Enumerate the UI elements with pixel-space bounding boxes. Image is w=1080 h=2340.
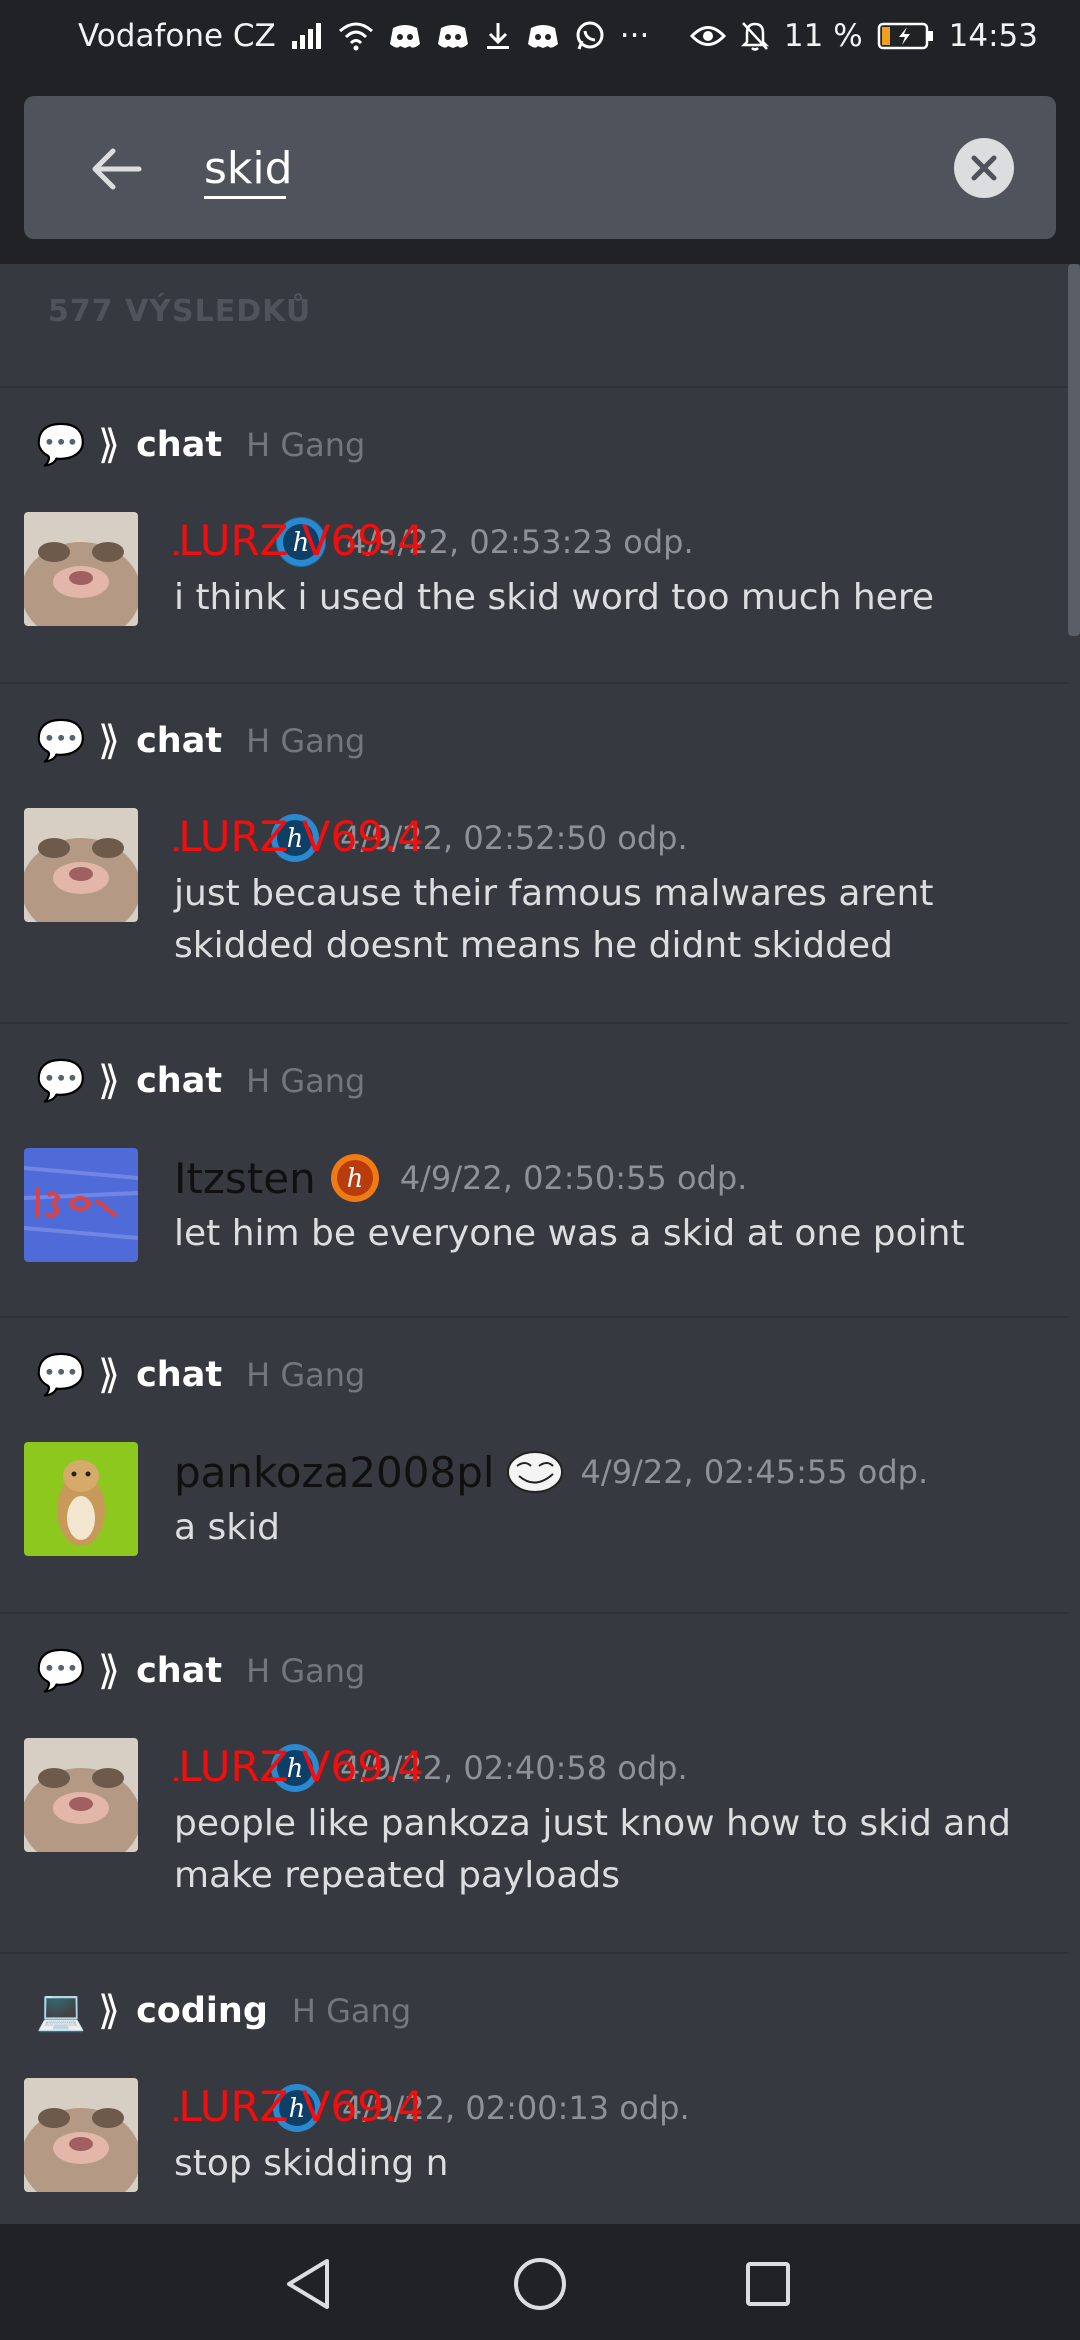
- author-name[interactable]: pankoza2008pl: [174, 1448, 495, 1497]
- laptop-icon: 💻: [36, 1988, 86, 2034]
- bell-off-icon: [740, 19, 770, 53]
- system-nav-bar: [0, 2224, 1080, 2340]
- author-name[interactable]: OT KILLURZ V69.4: [174, 2082, 424, 2131]
- message-text: let him be everyone was a skid at one po…: [174, 1213, 965, 1254]
- clock: 14:53: [948, 18, 1038, 54]
- speech-bubble-icon: 💬: [36, 1648, 86, 1694]
- message-text: a skid: [174, 1507, 280, 1548]
- channel-arrow-icon: ⟫: [97, 718, 121, 764]
- message-text: stop skidding n: [174, 2143, 449, 2184]
- avatar[interactable]: [24, 1738, 138, 1852]
- message-header: Itzsten h 4/9/22, 02:50:55 odp.: [174, 1148, 747, 1208]
- eye-icon: [689, 19, 726, 53]
- message-text: people like pankoza just know how to ski…: [174, 1803, 1011, 1896]
- channel-arrow-icon: ⟫: [97, 1058, 121, 1104]
- speech-bubble-icon: 💬: [36, 718, 86, 764]
- speech-bubble-icon: 💬: [36, 1352, 86, 1398]
- channel-name: coding: [136, 1991, 268, 2031]
- message-text: just because their famous malwares arent…: [174, 873, 934, 966]
- trollface-badge-icon: [506, 1447, 563, 1497]
- search-text-underline: [204, 196, 286, 199]
- download-icon: [484, 19, 512, 53]
- nav-recents-icon: [744, 2260, 792, 2308]
- message-header: OT KILLURZ V69.4 h 4/9/22, 02:40:58 odp.: [174, 1738, 688, 1798]
- search-result[interactable]: 💬 ⟫ chat H Gang pankoza2008pl 4/9/22, 02…: [0, 1318, 1068, 1612]
- channel-row[interactable]: 💬 ⟫ chat H Gang: [36, 1644, 365, 1698]
- svg-text:h: h: [346, 1164, 363, 1194]
- nav-recents-button[interactable]: [738, 2254, 798, 2314]
- more-dots: ···: [619, 18, 650, 54]
- speech-bubble-icon: 💬: [36, 1058, 86, 1104]
- avatar[interactable]: [24, 2078, 138, 2192]
- discord-icon: [388, 19, 422, 53]
- back-button[interactable]: [82, 134, 152, 204]
- search-result[interactable]: 💬 ⟫ chat H Gang Itzsten h 4/9/22, 02:50:…: [0, 1024, 1068, 1316]
- timestamp: 4/9/22, 02:45:55 odp.: [580, 1453, 929, 1491]
- message-header: OT KILLURZ V69.4 h 4/9/22, 02:52:50 odp.: [174, 808, 688, 868]
- search-input[interactable]: [180, 130, 960, 206]
- scrollbar[interactable]: [1068, 264, 1080, 636]
- nav-back-icon: [283, 2257, 333, 2311]
- channel-row[interactable]: 💻 ⟫ coding H Gang: [36, 1984, 411, 2038]
- arrow-left-icon: [91, 147, 143, 191]
- search-result[interactable]: 💻 ⟫ coding H Gang OT KILLURZ V69.4 h 4/9…: [0, 1954, 1068, 2224]
- carrier-label: Vodafone CZ: [78, 18, 276, 54]
- channel-name: chat: [136, 721, 223, 761]
- timestamp: 4/9/22, 02:50:55 odp.: [399, 1159, 748, 1197]
- channel-arrow-icon: ⟫: [97, 1352, 121, 1398]
- channel-name: chat: [136, 1651, 223, 1691]
- battery-icon: [877, 19, 935, 53]
- channel-arrow-icon: ⟫: [97, 1988, 121, 2034]
- channel-row[interactable]: 💬 ⟫ chat H Gang: [36, 418, 365, 472]
- search-bar: [24, 96, 1056, 239]
- avatar[interactable]: [24, 1442, 138, 1556]
- nav-home-icon: [512, 2256, 568, 2312]
- nav-back-button[interactable]: [278, 2254, 338, 2314]
- battery-percent: 11 %: [783, 18, 863, 54]
- guild-name: H Gang: [246, 1652, 366, 1690]
- avatar[interactable]: [24, 808, 138, 922]
- clear-search-button[interactable]: [954, 138, 1014, 198]
- h-badge-orange-icon: h: [330, 1153, 380, 1203]
- search-results[interactable]: 577 VÝSLEDKŮ 💬 ⟫ chat H Gang OT KILLURZ …: [0, 264, 1080, 2224]
- message-text: i think i used the skid word too much he…: [174, 577, 934, 618]
- speech-bubble-icon: 💬: [36, 422, 86, 468]
- message-header: OT KILLURZ V69.4 h 4/9/22, 02:53:23 odp.: [174, 512, 694, 572]
- message-header: pankoza2008pl 4/9/22, 02:45:55 odp.: [174, 1442, 928, 1502]
- message-header: OT KILLURZ V69.4 h 4/9/22, 02:00:13 odp.: [174, 2078, 690, 2138]
- channel-row[interactable]: 💬 ⟫ chat H Gang: [36, 1348, 365, 1402]
- wifi-icon: [338, 19, 374, 53]
- channel-name: chat: [136, 1355, 223, 1395]
- avatar[interactable]: [24, 512, 138, 626]
- guild-name: H Gang: [246, 722, 366, 760]
- whatsapp-icon: [574, 19, 606, 53]
- guild-name: H Gang: [246, 1062, 366, 1100]
- author-name[interactable]: Itzsten: [174, 1154, 316, 1203]
- signal-icon: [290, 19, 324, 53]
- author-name[interactable]: OT KILLURZ V69.4: [174, 812, 424, 861]
- discord-icon: [436, 19, 470, 53]
- guild-name: H Gang: [291, 1992, 412, 2030]
- channel-row[interactable]: 💬 ⟫ chat H Gang: [36, 714, 365, 768]
- author-name[interactable]: OT KILLURZ V69.4: [174, 516, 424, 565]
- discord-icon: [526, 19, 560, 53]
- channel-arrow-icon: ⟫: [97, 422, 121, 468]
- close-icon: [970, 154, 998, 182]
- guild-name: H Gang: [246, 426, 366, 464]
- author-name[interactable]: OT KILLURZ V69.4: [174, 1742, 424, 1791]
- search-result[interactable]: 💬 ⟫ chat H Gang OT KILLURZ V69.4 h 4/9/2…: [0, 388, 1068, 682]
- search-result[interactable]: 💬 ⟫ chat H Gang OT KILLURZ V69.4 h 4/9/2…: [0, 684, 1068, 1022]
- channel-name: chat: [136, 425, 223, 465]
- channel-name: chat: [136, 1061, 223, 1101]
- search-result[interactable]: 💬 ⟫ chat H Gang OT KILLURZ V69.4 h 4/9/2…: [0, 1614, 1068, 1952]
- status-bar: Vodafone CZ ··· 11 % 14:53: [0, 0, 1080, 72]
- channel-arrow-icon: ⟫: [97, 1648, 121, 1694]
- guild-name: H Gang: [246, 1356, 366, 1394]
- nav-home-button[interactable]: [510, 2254, 570, 2314]
- avatar[interactable]: [24, 1148, 138, 1262]
- results-count: 577 VÝSLEDKŮ: [48, 294, 312, 329]
- channel-row[interactable]: 💬 ⟫ chat H Gang: [36, 1054, 365, 1108]
